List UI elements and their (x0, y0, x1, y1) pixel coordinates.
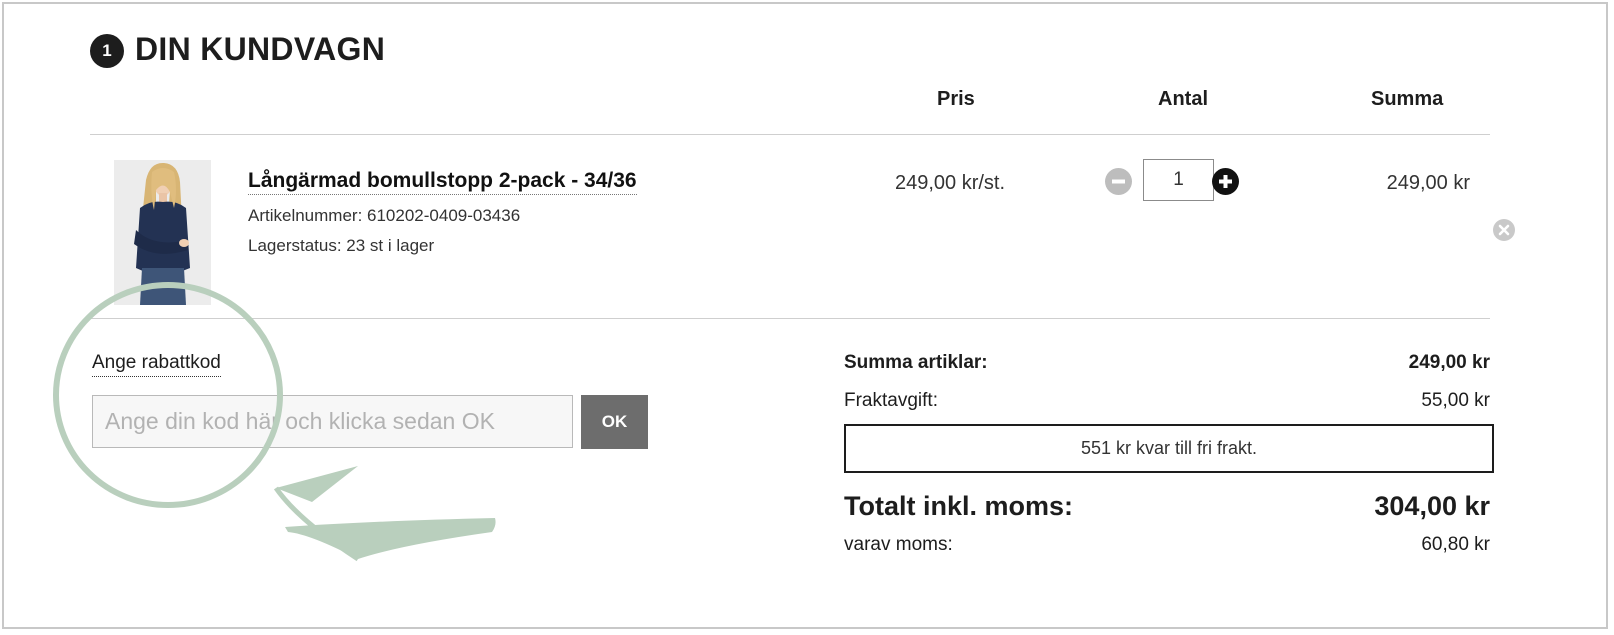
stock-status: Lagerstatus: 23 st i lager (248, 236, 435, 255)
coupon-code-input[interactable] (92, 395, 573, 448)
remove-item-icon (1498, 224, 1510, 236)
coupon-submit-button[interactable]: OK (581, 395, 648, 449)
unit-price: 249,00 kr/st. (894, 172, 1006, 194)
minus-circle-icon[interactable] (1105, 168, 1132, 195)
total-label: Totalt inkl. moms: (844, 491, 1074, 521)
column-header-sum: Summa (1371, 88, 1444, 110)
product-photo (114, 160, 211, 305)
step-badge: 1 (90, 34, 124, 68)
quantity-input[interactable] (1143, 159, 1214, 201)
total-value: 304,00 kr (1374, 491, 1490, 521)
product-name-link[interactable]: Långärmad bomullstopp 2-pack - 34/36 (248, 169, 637, 195)
column-header-price: Pris (937, 88, 975, 110)
freight-label: Fraktavgift: (844, 390, 938, 411)
divider (90, 134, 1490, 135)
plus-circle-icon[interactable] (1212, 168, 1239, 195)
vat-value: 60,80 kr (1421, 534, 1490, 555)
minus-icon (1112, 179, 1125, 184)
plus-icon (1219, 175, 1232, 188)
freight-value: 55,00 kr (1421, 390, 1490, 411)
free-shipping-notice: 551 kr kvar till fri frakt. (844, 424, 1494, 473)
page-title: DIN KUNDVAGN (135, 31, 386, 67)
articles-sum-label: Summa artiklar: (844, 352, 988, 373)
article-number: Artikelnummer: 610202-0409-03436 (248, 206, 521, 225)
column-header-quantity: Antal (1158, 88, 1208, 110)
vat-label: varav moms: (844, 534, 953, 555)
product-image[interactable] (114, 160, 211, 305)
close-circle-icon[interactable] (1493, 219, 1515, 241)
line-total: 249,00 kr (1386, 172, 1470, 194)
coupon-label-link[interactable]: Ange rabattkod (92, 352, 221, 377)
articles-sum-value: 249,00 kr (1408, 352, 1490, 373)
divider (90, 318, 1490, 319)
